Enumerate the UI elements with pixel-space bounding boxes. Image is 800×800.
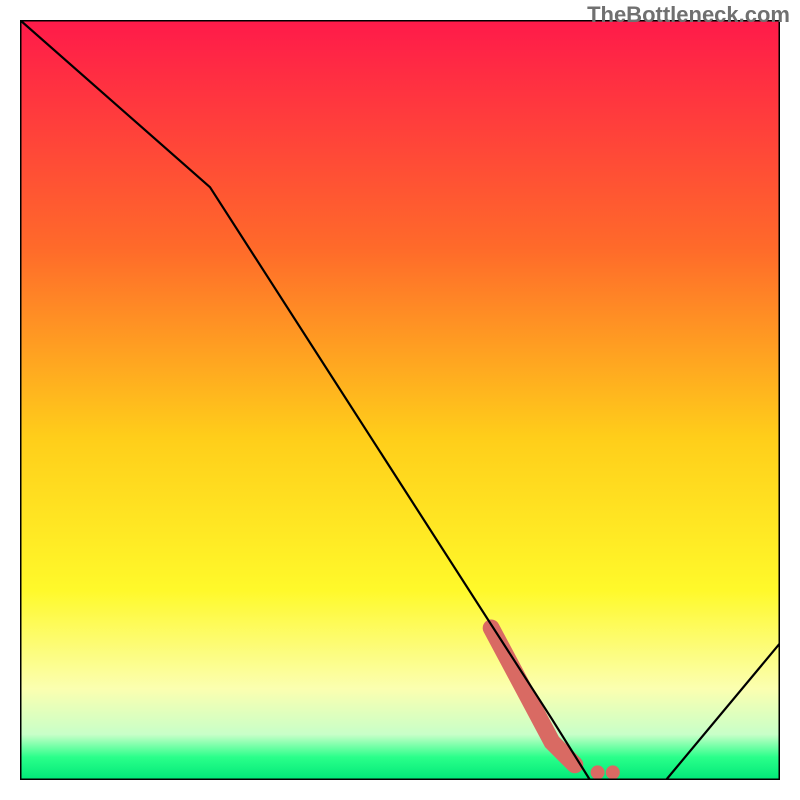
highlight-dot xyxy=(606,765,620,779)
chart-container: TheBottleneck.com xyxy=(0,0,800,800)
gradient-background xyxy=(20,20,780,780)
plot-area xyxy=(20,20,780,780)
chart-svg xyxy=(20,20,780,780)
watermark-text: TheBottleneck.com xyxy=(587,2,790,28)
highlight-dot xyxy=(591,765,605,779)
